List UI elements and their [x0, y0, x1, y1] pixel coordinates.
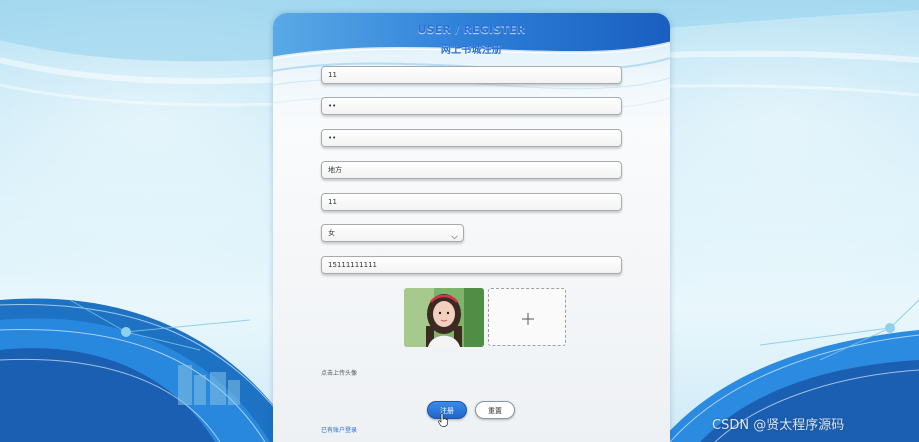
gender-select-value: 女 — [328, 229, 335, 237]
page-title-zh: 网上书城注册 — [440, 45, 503, 56]
confirm-password-input[interactable] — [321, 129, 622, 147]
avatar-upload-button[interactable] — [488, 288, 566, 346]
phone-input[interactable] — [321, 256, 622, 274]
username-input[interactable] — [321, 66, 622, 84]
register-card: USER / REGISTER 网上书城注册 女 — [273, 13, 670, 442]
nickname-input[interactable] — [321, 161, 622, 179]
avatar-image — [404, 288, 484, 347]
age-input[interactable] — [321, 193, 622, 211]
avatar-preview[interactable] — [404, 288, 484, 347]
plus-icon — [521, 311, 535, 330]
cursor-icon — [438, 412, 448, 431]
page-title-en: USER / REGISTER — [417, 23, 526, 36]
watermark: CSDN @贤太程序源码 — [712, 418, 845, 433]
password-input[interactable] — [321, 97, 622, 115]
chevron-down-icon — [451, 230, 458, 246]
upload-hint: 点击上传头像 — [321, 370, 358, 377]
reset-button[interactable]: 重置 — [475, 401, 515, 419]
gender-select[interactable]: 女 — [321, 224, 464, 242]
login-link[interactable]: 已有账户登录 — [321, 425, 357, 434]
